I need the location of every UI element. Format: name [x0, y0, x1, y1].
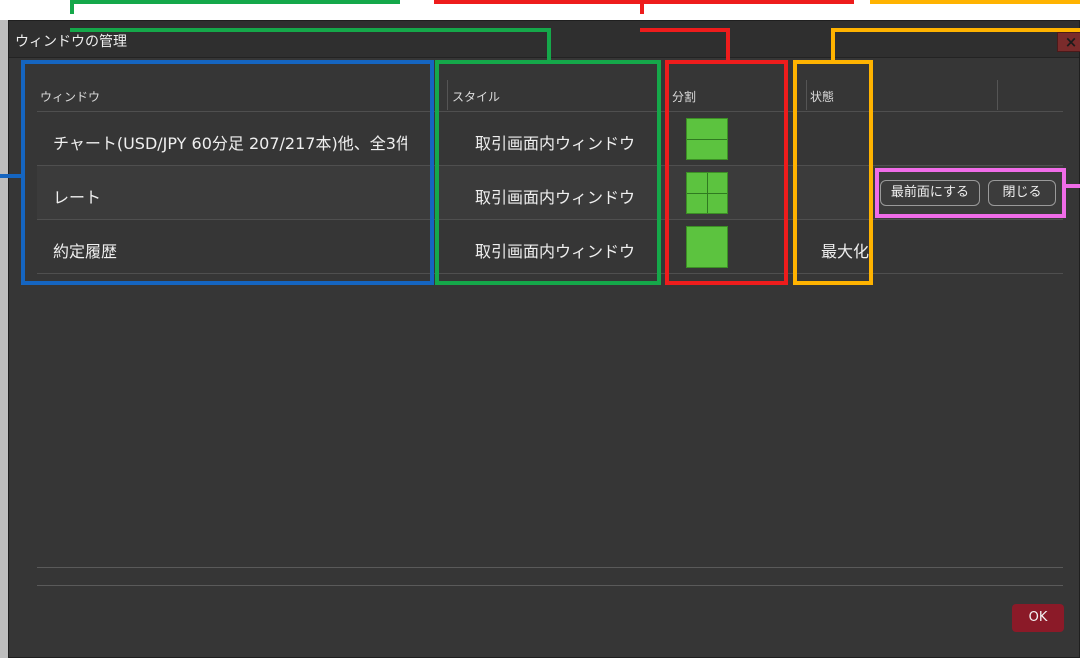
callout-box-state-column — [793, 60, 873, 285]
callout-line-red — [640, 28, 730, 32]
callout-line-red — [726, 28, 730, 62]
callout-line-orange — [831, 28, 835, 62]
close-icon[interactable]: × — [1057, 32, 1080, 52]
callout-box-window-column — [21, 60, 434, 285]
callout-line-green — [547, 28, 551, 62]
callout-line-green — [70, 28, 551, 32]
callout-line-green-top — [70, 0, 400, 4]
title-bar[interactable]: ウィンドウの管理 × — [9, 21, 1080, 58]
callout-line-green — [70, 0, 74, 14]
callout-line-blue — [0, 174, 21, 178]
callout-line-orange-top — [870, 0, 1080, 4]
background-window-edge — [0, 20, 8, 658]
callout-line-red — [640, 0, 644, 14]
callout-line-pink — [1066, 184, 1080, 188]
footer-divider — [37, 585, 1063, 586]
footer-divider — [37, 567, 1063, 568]
callout-box-action-buttons — [875, 168, 1066, 218]
callout-box-split-column — [665, 60, 788, 285]
dialog-title: ウィンドウの管理 — [15, 34, 127, 50]
callout-line-red-top — [434, 0, 854, 4]
ok-button[interactable]: OK — [1012, 604, 1064, 632]
callout-line-orange — [831, 28, 1080, 32]
column-divider[interactable] — [997, 80, 998, 110]
callout-box-style-column — [435, 60, 661, 285]
